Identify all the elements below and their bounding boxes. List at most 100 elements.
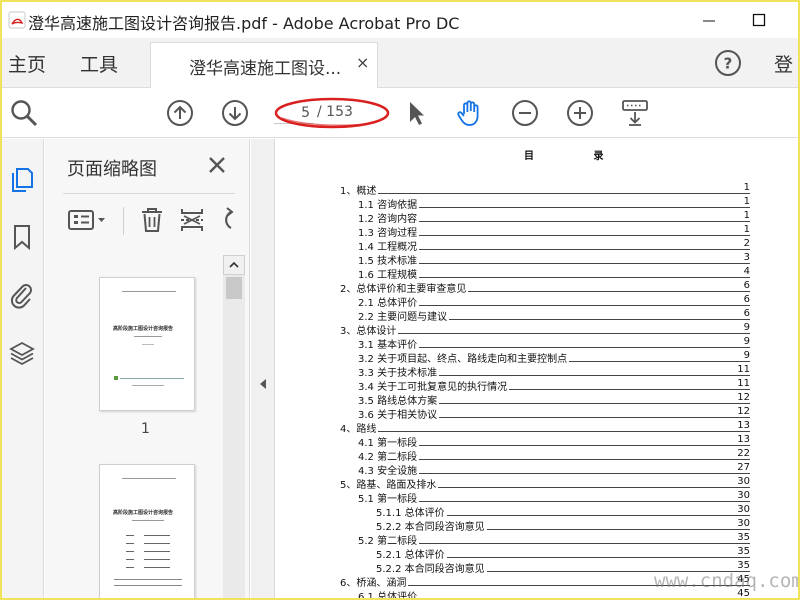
toc-entry-page: 12 [735,392,750,403]
hand-icon [457,100,479,126]
paperclip-icon [10,284,32,309]
bookmark-icon [14,225,30,251]
attachments-button[interactable] [6,279,38,311]
toc-entry-page: 1 [741,210,750,221]
toc-entry[interactable]: 1.2 咨询内容 1 [358,210,750,225]
insert-pages-button[interactable] [177,203,207,237]
toc-entry[interactable]: 4.3 安全设施 27 [358,462,750,477]
menu-bar: 主页 工具 澄华高速施工图设... × ? 登 [2,38,798,89]
thumbnails-scrollbar[interactable] [223,255,245,598]
zoom-out-button[interactable] [509,97,541,129]
toc-entry[interactable]: 5.1 第一标段 30 [358,490,750,505]
delete-pages-button[interactable] [137,203,167,237]
trash-icon [142,208,162,232]
toc-entry-label: 5.2 第二标段 [358,532,420,547]
page-thumbnails-button[interactable] [6,163,38,195]
acrobat-app-icon [8,11,26,29]
toc-entry[interactable]: 5.2.1 总体评价 35 [376,546,750,561]
toc-entry[interactable]: 4.1 第一标段 13 [358,434,750,449]
toc-entry-page: 4 [741,266,750,277]
toc-entry[interactable]: 5.2 第二标段 35 [358,532,750,547]
page-number-input[interactable] [274,102,314,124]
toc-entry-label: 5.2.1 总体评价 [376,546,447,561]
insert-page-icon [181,209,203,231]
page-thumbnail-2[interactable]: 高阶段施工图设计咨询报告 [99,464,195,598]
plus-circle-icon [567,100,593,126]
toc-entry-label: 5.2.2 本合同段咨询意见 [376,560,487,575]
minus-circle-icon [512,100,538,126]
toc-entry[interactable]: 1.1 咨询依据 1 [358,196,750,211]
select-tool-button[interactable] [400,97,432,129]
toc-entry[interactable]: 2、总体评价和主要审查意见 6 [340,280,750,295]
toc-entry[interactable]: 4、路线 13 [340,420,750,435]
minimize-button[interactable] [694,8,724,32]
search-button[interactable] [8,97,40,129]
keyboard-tool-button[interactable] [619,97,651,129]
thumbnail-title-text: 高阶段施工图设计咨询报告 [113,510,174,516]
next-page-button[interactable] [219,97,251,129]
toc-entry[interactable]: 1.6 工程规模 4 [358,266,750,281]
menu-tools[interactable]: 工具 [80,50,118,77]
page-thumbnail-1[interactable]: 高阶段施工图设计咨询报告 [99,277,195,411]
toc-entry[interactable]: 5、路基、路面及排水 30 [340,476,750,491]
toc-entry-page: 30 [735,518,750,529]
toc-entry-label: 2、总体评价和主要审查意见 [340,280,469,295]
close-tab-icon[interactable]: × [356,53,369,72]
sign-in-link[interactable]: 登 [774,50,793,77]
toc-entry[interactable]: 3.4 关于工可批复意见的执行情况 11 [358,378,750,393]
toc-entry[interactable]: 5.2.2 本合同段咨询意见 30 [376,518,750,533]
toc-entry[interactable]: 1.3 咨询过程 1 [358,224,750,239]
toc-entry-label: 4.2 第二标段 [358,448,420,463]
toc-entry-label: 3.3 关于技术标准 [358,364,440,379]
previous-page-button[interactable] [164,97,196,129]
toc-entry-label: 3、总体设计 [340,322,399,337]
toc-entry-page: 13 [735,434,750,445]
window-title: 澄华高速施工图设计咨询报告.pdf - Adobe Acrobat Pro DC [28,14,460,33]
toc-entry[interactable]: 3.1 基本评价 9 [358,336,750,351]
toc-entry[interactable]: 1、概述 1 [340,182,750,197]
thumbnail-options-button[interactable] [65,203,111,237]
help-icon[interactable]: ? [714,49,742,77]
scroll-up-button[interactable] [223,255,245,275]
toc-entry-label: 2.2 主要问题与建议 [358,308,450,323]
menu-home[interactable]: 主页 [8,50,46,77]
copy-pages-icon [12,168,33,192]
toc-entry[interactable]: 3、总体设计 9 [340,322,750,337]
close-panel-icon[interactable] [205,153,229,177]
rotate-pages-button[interactable] [215,203,235,237]
toc-entry-label: 1.3 咨询过程 [358,224,420,239]
bookmarks-button[interactable] [6,221,38,253]
hand-tool-button[interactable] [454,97,486,129]
scroll-thumb[interactable] [226,277,242,299]
document-tab[interactable]: 澄华高速施工图设... × [150,42,378,89]
toc-entry[interactable]: 2.2 主要问题与建议 6 [358,308,750,323]
toc-entry[interactable]: 5.1.1 总体评价 30 [376,504,750,519]
toc-entry[interactable]: 4.2 第二标段 22 [358,448,750,463]
options-menu-icon [68,210,105,230]
toc-entry-page: 3 [741,252,750,263]
maximize-button[interactable] [744,8,774,32]
toc-entry[interactable]: 3.6 关于相关协议 12 [358,406,750,421]
toc-entry[interactable]: 1.5 技术标准 3 [358,252,750,267]
toc-entry-page: 27 [735,462,750,473]
zoom-in-button[interactable] [564,97,596,129]
toc-entry-page: 1 [741,224,750,235]
thumbnails-panel: 页面缩略图 高阶段施工图设计咨询报告 1 高阶段施工图设计咨询报告 [45,139,250,598]
toc-entry[interactable]: 3.5 路线总体方案 12 [358,392,750,407]
panel-collapse-strip[interactable] [251,139,275,598]
document-tab-label: 澄华高速施工图设... [189,59,342,79]
toc-entry-label: 4.1 第一标段 [358,434,420,449]
layers-button[interactable] [6,337,38,369]
toc-entry[interactable]: 3.3 关于技术标准 11 [358,364,750,379]
toc-entry-label: 1.4 工程概况 [358,238,420,253]
toc-entry[interactable]: 2.1 总体评价 6 [358,294,750,309]
toc-entry-page: 9 [741,322,750,333]
toc-entry-label: 5.1.1 总体评价 [376,504,447,519]
toc-leader-line [340,431,750,432]
toc-entry-page: 6 [741,280,750,291]
toc-entry-label: 3.5 路线总体方案 [358,392,440,407]
toc-entry-label: 6、桥涵、涵洞 [340,574,409,589]
toc-entry[interactable]: 3.2 关于项目起、终点、路线走向和主要控制点 9 [358,350,750,365]
toc-entry[interactable]: 1.4 工程概况 2 [358,238,750,253]
document-page[interactable]: 目 录 1、概述 1 1.1 咨询依据 1 1.2 咨询内容 1 1.3 咨询过程 1 1.4 … [276,139,798,598]
